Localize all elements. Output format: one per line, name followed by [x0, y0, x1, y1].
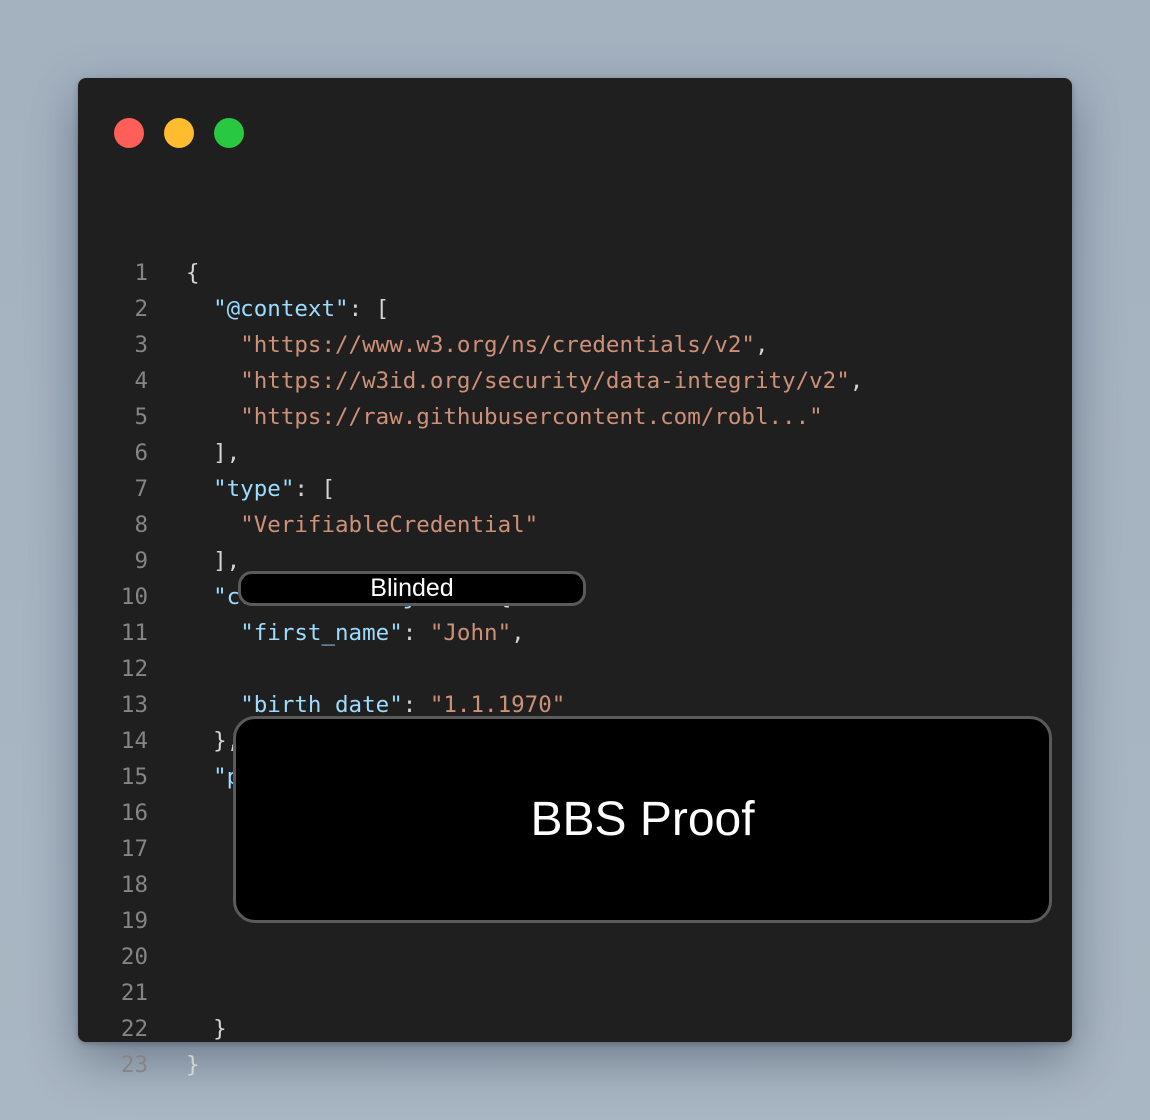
- line-number: 8: [134, 512, 148, 538]
- json-punctuation: [186, 296, 213, 322]
- line-number: 12: [120, 656, 148, 682]
- code-text: "https://www.w3.org/ns/credentials/v2",: [186, 327, 769, 363]
- code-text: ],: [186, 543, 240, 579]
- code-text: ],: [186, 435, 240, 471]
- line-number: 20: [120, 944, 148, 970]
- code-text: "type": [: [186, 471, 335, 507]
- close-button[interactable]: [114, 118, 144, 148]
- json-punctuation: [186, 584, 213, 610]
- json-punctuation: }: [186, 1016, 227, 1042]
- bbs-proof-overlay: BBS Proof: [233, 716, 1052, 923]
- line-number: 6: [134, 440, 148, 466]
- json-punctuation: [186, 512, 240, 538]
- line-number: 3: [134, 332, 148, 358]
- code-line: 7 "type": [: [78, 471, 1072, 507]
- line-number: 17: [120, 836, 148, 862]
- json-string: "1.1.1970": [429, 692, 566, 718]
- json-key: "type": [213, 476, 295, 502]
- line-number: 21: [120, 980, 148, 1006]
- code-text: {: [186, 255, 200, 291]
- blinded-overlay: Blinded: [238, 571, 586, 606]
- json-string: "John": [429, 620, 512, 646]
- json-key: "birth_date": [240, 692, 403, 718]
- json-key: "first_name": [240, 620, 403, 646]
- json-string: "https://w3id.org/security/data-integrit…: [240, 368, 850, 394]
- code-text: }: [186, 1047, 200, 1083]
- json-string: "https://raw.githubusercontent.com/robl.…: [240, 404, 823, 430]
- code-line: 11 "first_name": "John",: [78, 615, 1072, 651]
- line-number: 22: [120, 1016, 148, 1042]
- code-text: "https://raw.githubusercontent.com/robl.…: [186, 399, 823, 435]
- line-number: 23: [120, 1052, 148, 1078]
- line-number: 4: [134, 368, 148, 394]
- code-line: 20: [78, 939, 1072, 975]
- json-punctuation: [186, 404, 240, 430]
- json-punctuation: ],: [186, 548, 241, 574]
- line-number: 2: [134, 296, 148, 322]
- json-punctuation: ,: [754, 332, 769, 358]
- json-string: "https://www.w3.org/ns/credentials/v2": [240, 332, 755, 358]
- json-punctuation: [186, 332, 240, 358]
- line-number: 10: [120, 584, 148, 610]
- json-punctuation: [186, 620, 240, 646]
- line-number: 13: [120, 692, 148, 718]
- line-number: 7: [134, 476, 148, 502]
- line-number: 19: [120, 908, 148, 934]
- line-number: 15: [120, 764, 148, 790]
- minimize-button[interactable]: [164, 118, 194, 148]
- code-text: "https://w3id.org/security/data-integrit…: [186, 363, 863, 399]
- json-punctuation: {: [186, 260, 200, 286]
- json-punctuation: [186, 692, 240, 718]
- code-line: 3 "https://www.w3.org/ns/credentials/v2"…: [78, 327, 1072, 363]
- json-string: "VerifiableCredential": [240, 512, 539, 538]
- line-number: 14: [120, 728, 148, 754]
- code-line: 2 "@context": [: [78, 291, 1072, 327]
- json-punctuation: [186, 764, 213, 790]
- json-punctuation: [186, 368, 240, 394]
- code-line: 23}: [78, 1047, 1072, 1083]
- line-number: 18: [120, 872, 148, 898]
- code-text: }: [186, 1011, 227, 1047]
- line-number: 5: [134, 404, 148, 430]
- zoom-button[interactable]: [214, 118, 244, 148]
- json-punctuation: ,: [511, 620, 525, 646]
- code-text: "@context": [: [186, 291, 389, 327]
- json-punctuation: [186, 476, 213, 502]
- code-line: 4 "https://w3id.org/security/data-integr…: [78, 363, 1072, 399]
- json-punctuation: :: [402, 620, 430, 646]
- json-punctuation: }: [186, 1052, 200, 1078]
- line-number: 11: [120, 620, 148, 646]
- line-number: 9: [134, 548, 148, 574]
- json-key: "@context": [213, 296, 349, 322]
- code-window: 1{2 "@context": [3 "https://www.w3.org/n…: [78, 78, 1072, 1078]
- code-line: 1{: [78, 255, 1072, 291]
- code-line: 22 }: [78, 1011, 1072, 1047]
- code-line: 12: [78, 651, 1072, 687]
- json-punctuation: ],: [186, 440, 241, 466]
- code-text: "first_name": "John",: [186, 615, 525, 651]
- bbs-proof-label: BBS Proof: [530, 793, 755, 846]
- code-line: 5 "https://raw.githubusercontent.com/rob…: [78, 399, 1072, 435]
- line-number: 16: [120, 800, 148, 826]
- line-number: 1: [134, 260, 148, 286]
- code-line: 8 "VerifiableCredential": [78, 507, 1072, 543]
- json-punctuation: ,: [849, 368, 864, 394]
- json-punctuation: : [: [348, 296, 390, 322]
- json-punctuation: :: [402, 692, 430, 718]
- code-text: "VerifiableCredential": [186, 507, 538, 543]
- code-line: 21: [78, 975, 1072, 1011]
- json-punctuation: : [: [294, 476, 336, 502]
- code-line: 6 ],: [78, 435, 1072, 471]
